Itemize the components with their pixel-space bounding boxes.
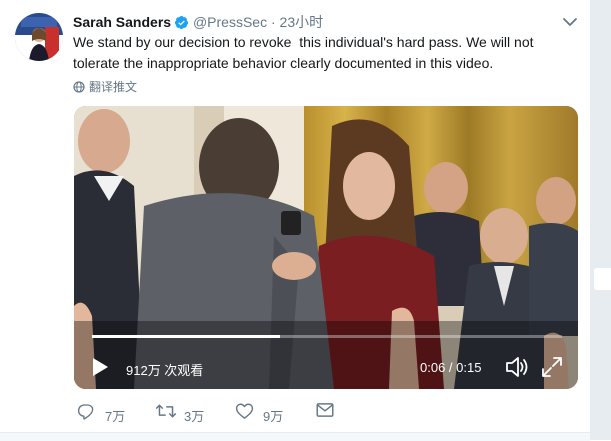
video-progress-fill [92, 335, 280, 338]
volume-icon[interactable] [504, 355, 530, 379]
verified-badge-icon [174, 15, 189, 33]
tweet-header: Sarah Sanders @PressSec · 23小时 [73, 12, 323, 32]
video-frame [74, 106, 578, 389]
display-name[interactable]: Sarah Sanders [73, 14, 171, 30]
reply-button[interactable]: 7万 [77, 402, 137, 424]
tweet-text: We stand by our decision to revoke this … [73, 32, 573, 74]
envelope-icon [316, 403, 334, 417]
side-panel-edge [594, 268, 611, 290]
timeline-background [590, 0, 611, 440]
reply-count: 7万 [105, 409, 126, 424]
tweet-text-line-1: We stand by our decision to revoke this … [73, 34, 534, 50]
translate-tweet-link[interactable]: 翻译推文 [73, 78, 137, 96]
like-button[interactable]: 9万 [235, 402, 295, 424]
heart-icon [235, 403, 254, 419]
handle[interactable]: @PressSec [193, 14, 267, 30]
globe-icon [73, 81, 85, 96]
reply-icon [77, 404, 94, 420]
video-progress-bar[interactable] [92, 335, 562, 338]
view-count: 912万 次观看 [126, 363, 204, 378]
tweet-card[interactable]: Sarah Sanders @PressSec · 23小时 We stand … [0, 0, 590, 441]
retweet-icon [155, 404, 177, 418]
retweet-count: 3万 [184, 409, 205, 424]
like-count: 9万 [263, 409, 284, 424]
play-icon[interactable] [90, 356, 110, 378]
fullscreen-icon[interactable] [541, 356, 563, 378]
direct-message-button[interactable] [316, 402, 340, 424]
avatar-image [15, 13, 63, 61]
avatar[interactable] [15, 13, 63, 61]
tweet-text-line-2: tolerate the inappropriate behavior clea… [73, 55, 494, 71]
translate-label: 翻译推文 [89, 80, 138, 94]
video-time: 0:06 / 0:15 [420, 360, 482, 375]
separator-dot: · [270, 14, 276, 30]
timestamp[interactable]: 23小时 [280, 14, 324, 30]
chevron-down-icon[interactable] [562, 15, 578, 29]
video-player[interactable]: 912万 次观看 0:06 / 0:15 [74, 106, 578, 389]
retweet-button[interactable]: 3万 [155, 402, 215, 424]
